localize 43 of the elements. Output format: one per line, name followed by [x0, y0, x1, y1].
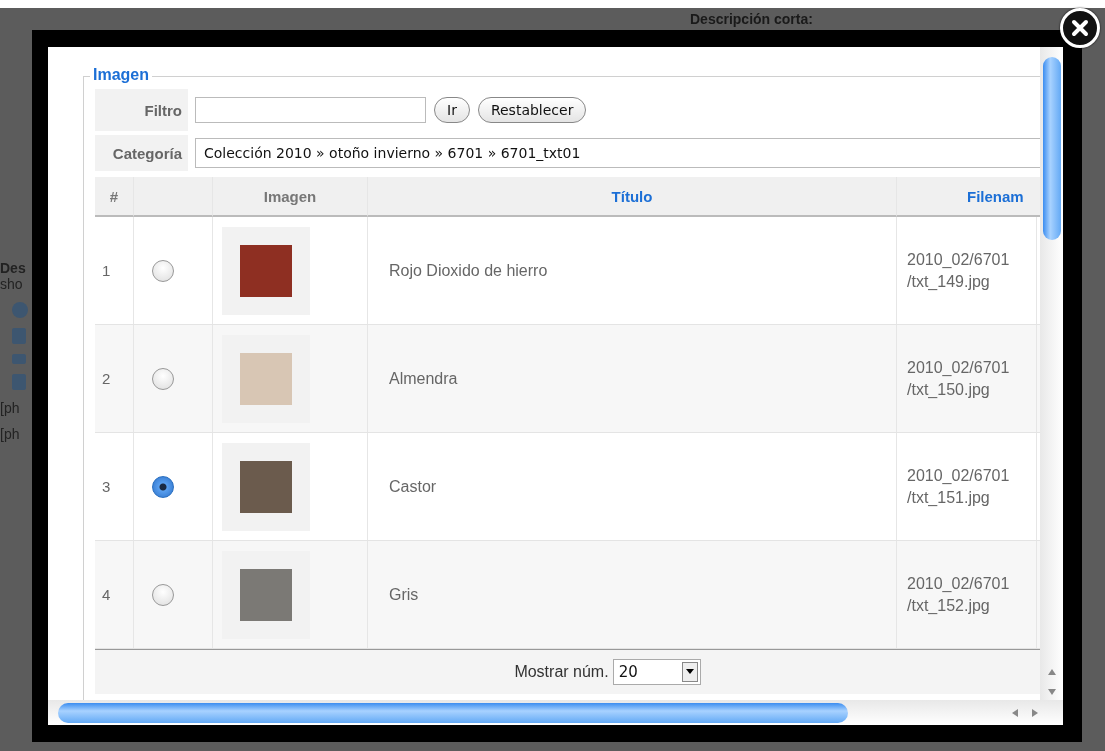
category-label: Categoría	[95, 135, 188, 171]
filename-cell: 2010_02/6701 /txt_152.jpg	[897, 541, 1037, 648]
filter-label: Filtro	[95, 89, 188, 131]
column-header[interactable]: Filenam	[897, 177, 1040, 217]
page-size-select[interactable]: 20	[612, 659, 701, 685]
vertical-scrollbar[interactable]	[1040, 47, 1063, 700]
column-header: Imagen	[213, 177, 368, 217]
go-button[interactable]: Ir	[434, 97, 470, 123]
text-fragment: [ph	[0, 426, 20, 442]
scroll-up-icon[interactable]	[1046, 668, 1057, 676]
text-fragment: Des	[0, 260, 26, 276]
title-cell: Rojo Dioxido de hierro	[368, 217, 897, 324]
title-cell: Castor	[368, 433, 897, 540]
column-header: #	[95, 177, 134, 217]
column-header[interactable]: Título	[368, 177, 897, 217]
caret-down-icon	[685, 669, 694, 675]
filename-cell: 2010_02/6701 /txt_150.jpg	[897, 325, 1037, 432]
title-cell: Gris	[368, 541, 897, 648]
row-number: 1	[95, 217, 134, 324]
radio-button[interactable]	[152, 475, 174, 498]
row-number: 2	[95, 325, 134, 432]
scroll-thumb[interactable]	[58, 702, 848, 723]
filter-field[interactable]	[195, 97, 426, 123]
row-number: 4	[95, 541, 134, 648]
scroll-thumb[interactable]	[1042, 57, 1061, 240]
title-cell: Almendra	[368, 325, 897, 432]
field-label: Descripción corta:	[690, 11, 813, 27]
row-number: 3	[95, 433, 134, 540]
reset-button[interactable]: Restablecer	[477, 97, 587, 123]
horizontal-scrollbar[interactable]	[48, 700, 1063, 725]
text-fragment: [ph	[0, 400, 20, 416]
radio-button[interactable]	[152, 583, 174, 606]
text-fragment: sho	[0, 276, 23, 292]
section-legend: Imagen	[90, 65, 152, 85]
radio-button[interactable]	[152, 259, 174, 282]
page-size-label: Mostrar núm.	[514, 663, 609, 681]
filename-cell: 2010_02/6701 /txt_149.jpg	[897, 217, 1037, 324]
category-select[interactable]: Colección 2010 » otoño invierno » 6701 » 6701_txt01	[195, 138, 1040, 168]
radio-button[interactable]	[152, 367, 174, 390]
scroll-down-icon[interactable]	[1046, 688, 1057, 696]
filename-cell: 2010_02/6701 /txt_151.jpg	[897, 433, 1037, 540]
scroll-left-icon[interactable]	[1011, 707, 1019, 718]
scroll-right-icon[interactable]	[1031, 707, 1039, 718]
